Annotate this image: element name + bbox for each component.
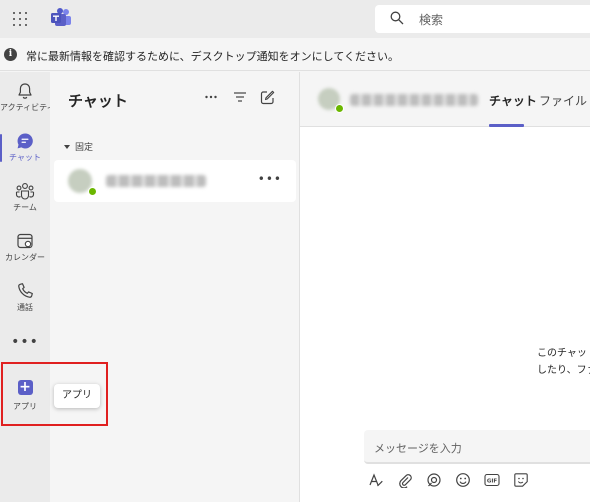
title-bar: 検索 bbox=[0, 0, 590, 38]
presence-available-icon bbox=[88, 187, 97, 196]
loop-icon[interactable] bbox=[426, 472, 442, 488]
notification-banner-text: 常に最新情報を確認するために、デスクトップ通知をオンにしてください。 bbox=[26, 50, 400, 63]
active-tab-indicator bbox=[489, 124, 524, 127]
app-launcher-icon[interactable] bbox=[13, 12, 27, 26]
rail-item-chat[interactable]: チャット bbox=[0, 126, 50, 172]
tab-chat[interactable]: チャット bbox=[489, 92, 537, 109]
rail-item-activity[interactable]: アクティビティ bbox=[0, 76, 55, 122]
conversation-header: チャット ファイル bbox=[300, 72, 590, 127]
empty-message-line-2: したり、ファ bbox=[537, 365, 590, 376]
gif-icon[interactable]: GIF bbox=[484, 472, 500, 488]
teams-logo-icon bbox=[51, 8, 71, 26]
rail-item-label: チャット bbox=[9, 153, 41, 162]
tab-files[interactable]: ファイル bbox=[539, 92, 587, 109]
filter-icon[interactable] bbox=[233, 90, 247, 104]
format-icon[interactable] bbox=[368, 472, 384, 488]
empty-conversation-message: このチャット したり、ファ bbox=[537, 345, 590, 379]
phone-icon bbox=[18, 283, 33, 298]
teams-icon bbox=[15, 183, 35, 200]
redacted-conversation-name bbox=[350, 94, 478, 106]
chat-list-title: チャット bbox=[68, 92, 128, 110]
attach-icon[interactable] bbox=[397, 472, 413, 488]
more-options-icon[interactable] bbox=[204, 90, 218, 104]
sticker-icon[interactable] bbox=[513, 472, 529, 488]
new-chat-icon[interactable] bbox=[260, 90, 275, 105]
message-compose-box[interactable]: メッセージを入力 bbox=[364, 430, 590, 464]
conversation-pane: チャット ファイル このチャット したり、ファ メッセージを入力 GIF bbox=[300, 72, 590, 502]
notification-banner: i 常に最新情報を確認するために、デスクトップ通知をオンにしてください。 bbox=[0, 38, 590, 71]
info-icon: i bbox=[4, 48, 17, 61]
empty-message-line-1: このチャット bbox=[537, 348, 590, 359]
rail-item-teams[interactable]: チーム bbox=[0, 176, 50, 222]
svg-text:GIF: GIF bbox=[487, 479, 498, 485]
redacted-chat-name bbox=[106, 175, 206, 187]
rail-item-label: アクティビティ bbox=[0, 103, 55, 112]
rail-item-calls[interactable]: 通話 bbox=[0, 276, 50, 322]
app-rail: アクティビティ チャット チーム カレンダー 通話 ••• + アプリ bbox=[0, 72, 55, 502]
rail-item-label: カレンダー bbox=[5, 253, 45, 262]
pinned-section-header[interactable]: 固定 bbox=[64, 140, 93, 153]
bell-icon bbox=[18, 83, 32, 99]
presence-available-icon bbox=[335, 104, 344, 113]
search-box[interactable]: 検索 bbox=[375, 5, 590, 33]
rail-item-label: チーム bbox=[13, 203, 37, 212]
rail-item-label: 通話 bbox=[17, 303, 33, 312]
calendar-icon bbox=[17, 233, 33, 249]
chat-icon bbox=[17, 133, 33, 149]
rail-item-calendar[interactable]: カレンダー bbox=[0, 226, 50, 272]
emoji-icon[interactable] bbox=[455, 472, 471, 488]
chat-list-pane: チャット 固定 ••• bbox=[50, 72, 300, 502]
pinned-label: 固定 bbox=[75, 143, 94, 153]
chevron-down-icon bbox=[64, 145, 70, 149]
pinned-chat-item[interactable]: ••• bbox=[54, 160, 296, 202]
highlight-annotation-box bbox=[1, 362, 108, 426]
chat-item-more-icon[interactable]: ••• bbox=[258, 172, 282, 186]
more-apps-icon[interactable]: ••• bbox=[0, 334, 50, 350]
compose-placeholder: メッセージを入力 bbox=[374, 442, 462, 455]
search-icon bbox=[390, 11, 404, 25]
search-placeholder: 検索 bbox=[419, 13, 444, 27]
